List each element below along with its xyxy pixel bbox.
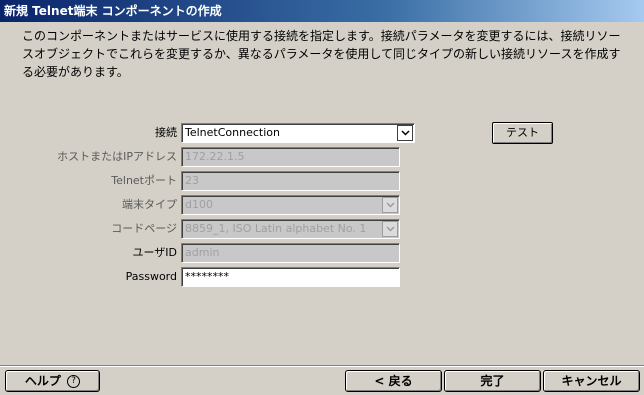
back-button[interactable]: < 戻る xyxy=(345,370,442,392)
password-label: Password xyxy=(125,270,177,283)
code-page-value: 8859_1, ISO Latin alphabet No. 1 xyxy=(185,222,367,235)
dialog-window: 新規 Telnet端末 コンポーネントの作成 このコンポーネントまたはサービスに… xyxy=(0,0,644,395)
port-label: Telnetポート xyxy=(111,174,177,187)
terminal-type-label: 端末タイプ xyxy=(122,198,177,211)
instruction-text: このコンポーネントまたはサービスに使用する接続を指定します。接続パラメータを変更… xyxy=(22,29,621,79)
help-button[interactable]: ヘルプ ? xyxy=(5,370,100,392)
password-field[interactable]: ******** xyxy=(181,267,400,287)
connection-label: 接続 xyxy=(155,126,177,139)
host-field[interactable]: 172.22.1.5 xyxy=(181,147,400,167)
code-page-select[interactable]: 8859_1, ISO Latin alphabet No. 1 xyxy=(181,219,400,239)
connection-select[interactable]: TelnetConnection xyxy=(181,123,415,143)
finish-button[interactable]: 完了 xyxy=(444,370,541,392)
help-label: ヘルプ xyxy=(24,374,61,388)
window-title: 新規 Telnet端末 コンポーネントの作成 xyxy=(0,0,644,22)
cancel-button[interactable]: キャンセル xyxy=(543,370,640,392)
user-id-field[interactable]: admin xyxy=(181,243,400,263)
host-label: ホストまたはIPアドレス xyxy=(57,150,177,163)
terminal-type-select[interactable]: d100 xyxy=(181,195,400,215)
code-page-label: コードページ xyxy=(111,222,177,235)
test-button[interactable]: テスト xyxy=(492,122,553,144)
question-circle-icon: ? xyxy=(67,375,81,388)
terminal-type-value: d100 xyxy=(185,198,213,211)
chevron-down-icon[interactable] xyxy=(397,125,413,141)
chevron-down-icon[interactable] xyxy=(382,197,398,213)
footer-divider xyxy=(0,365,644,367)
port-field[interactable]: 23 xyxy=(181,171,400,191)
connection-value: TelnetConnection xyxy=(185,126,280,139)
user-id-label: ユーザID xyxy=(132,246,178,259)
chevron-down-icon[interactable] xyxy=(382,221,398,237)
